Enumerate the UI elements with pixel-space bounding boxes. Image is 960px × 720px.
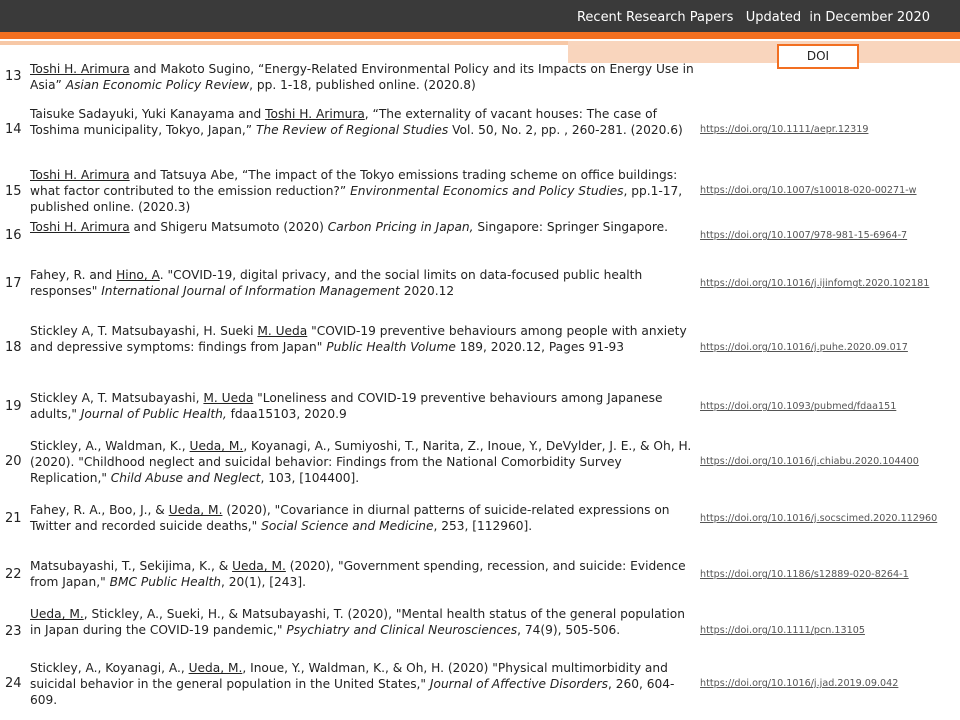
entry-number: 17 [5, 276, 22, 291]
entry-number: 18 [5, 340, 22, 355]
doi-column-header: DOI [777, 44, 859, 69]
author-link[interactable]: Hino, A [116, 268, 160, 282]
citation-text: Fahey, R. A., Boo, J., & Ueda, M. (2020)… [30, 503, 670, 533]
entry-number: 24 [5, 676, 22, 691]
author-link[interactable]: Ueda, M. [190, 439, 244, 453]
author-link[interactable]: M. Ueda [257, 324, 307, 338]
book-title: Carbon Pricing in Japan, [327, 220, 474, 234]
entry-number: 15 [5, 184, 22, 199]
doi-link[interactable]: https://doi.org/10.1016/j.chiabu.2020.10… [700, 456, 960, 467]
journal-title: Social Science and Medicine [261, 519, 434, 533]
citation-text: Stickley, A., Waldman, K., Ueda, M., Koy… [30, 439, 692, 485]
journal-title: Environmental Economics and Policy Studi… [350, 184, 624, 198]
citation-text: Ueda, M., Stickley, A., Sueki, H., & Mat… [30, 607, 685, 637]
entry-number: 20 [5, 454, 22, 469]
journal-title: The Review of Regional Studies [255, 123, 449, 137]
header-bar: Recent Research Papers Updated in Decemb… [0, 0, 960, 32]
citation-text: Matsubayashi, T., Sekijima, K., & Ueda, … [30, 559, 686, 589]
doi-link[interactable]: https://doi.org/10.1111/pcn.13105 [700, 625, 960, 636]
doi-link[interactable]: https://doi.org/10.1111/aepr.12319 [700, 124, 960, 135]
doi-link[interactable]: https://doi.org/10.1016/j.jad.2019.09.04… [700, 678, 960, 689]
journal-title: Child Abuse and Neglect [110, 471, 261, 485]
doi-link[interactable]: https://doi.org/10.1186/s12889-020-8264-… [700, 569, 960, 580]
citation-text: Stickley A, T. Matsubayashi, M. Ueda "Lo… [30, 391, 663, 421]
entry-number: 23 [5, 624, 22, 639]
journal-title: BMC Public Health [109, 575, 222, 589]
author-link[interactable]: Toshi H. Arimura [30, 62, 130, 76]
citation-text: Toshi H. Arimura and Makoto Sugino, “Ene… [30, 62, 694, 92]
header-accent-line [0, 32, 960, 39]
entry-number: 22 [5, 567, 22, 582]
journal-title: Journal of Affective Disorders [429, 677, 609, 691]
doi-link[interactable]: https://doi.org/10.1093/pubmed/fdaa151 [700, 401, 960, 412]
author-link[interactable]: Toshi H. Arimura [30, 168, 130, 182]
page-title: Recent Research Papers Updated in Decemb… [576, 10, 930, 25]
doi-link[interactable]: https://doi.org/10.1016/j.socscimed.2020… [700, 513, 960, 524]
doi-link[interactable]: https://doi.org/10.1016/j.ijinfomgt.2020… [700, 278, 960, 289]
doi-link[interactable]: https://doi.org/10.1007/978-981-15-6964-… [700, 230, 960, 241]
entry-number: 14 [5, 122, 22, 137]
doi-header-band [568, 41, 960, 63]
journal-title: Asian Economic Policy Review [65, 78, 250, 92]
citation-text: Stickley A, T. Matsubayashi, H. Sueki M.… [30, 324, 687, 354]
journal-title: Public Health Volume [326, 340, 456, 354]
citation-text: Taisuke Sadayuki, Yuki Kanayama and Tosh… [30, 107, 683, 137]
citation-text: Stickley, A., Koyanagi, A., Ueda, M., In… [30, 661, 675, 707]
doi-link[interactable]: https://doi.org/10.1007/s10018-020-00271… [700, 185, 960, 196]
citation-text: Toshi H. Arimura and Shigeru Matsumoto (… [30, 220, 668, 234]
author-link[interactable]: Ueda, M. [189, 661, 243, 675]
doi-link[interactable]: https://doi.org/10.1016/j.puhe.2020.09.0… [700, 342, 960, 353]
entry-number: 16 [5, 228, 22, 243]
journal-title: Journal of Public Health, [80, 407, 227, 421]
author-link[interactable]: Toshi H. Arimura [30, 220, 130, 234]
journal-title: International Journal of Information Man… [101, 284, 400, 298]
citation-text: Toshi H. Arimura and Tatsuya Abe, “The i… [30, 168, 683, 214]
entry-number: 19 [5, 399, 22, 414]
author-link[interactable]: Ueda, M. [30, 607, 84, 621]
entry-number: 21 [5, 511, 22, 526]
author-link[interactable]: Ueda, M. [169, 503, 223, 517]
entry-number: 13 [5, 69, 22, 84]
author-link[interactable]: Ueda, M. [232, 559, 286, 573]
journal-title: Psychiatry and Clinical Neurosciences [286, 623, 518, 637]
author-link[interactable]: Toshi H. Arimura [265, 107, 365, 121]
author-link[interactable]: M. Ueda [203, 391, 253, 405]
citation-text: Fahey, R. and Hino, A. "COVID-19, digita… [30, 268, 643, 298]
